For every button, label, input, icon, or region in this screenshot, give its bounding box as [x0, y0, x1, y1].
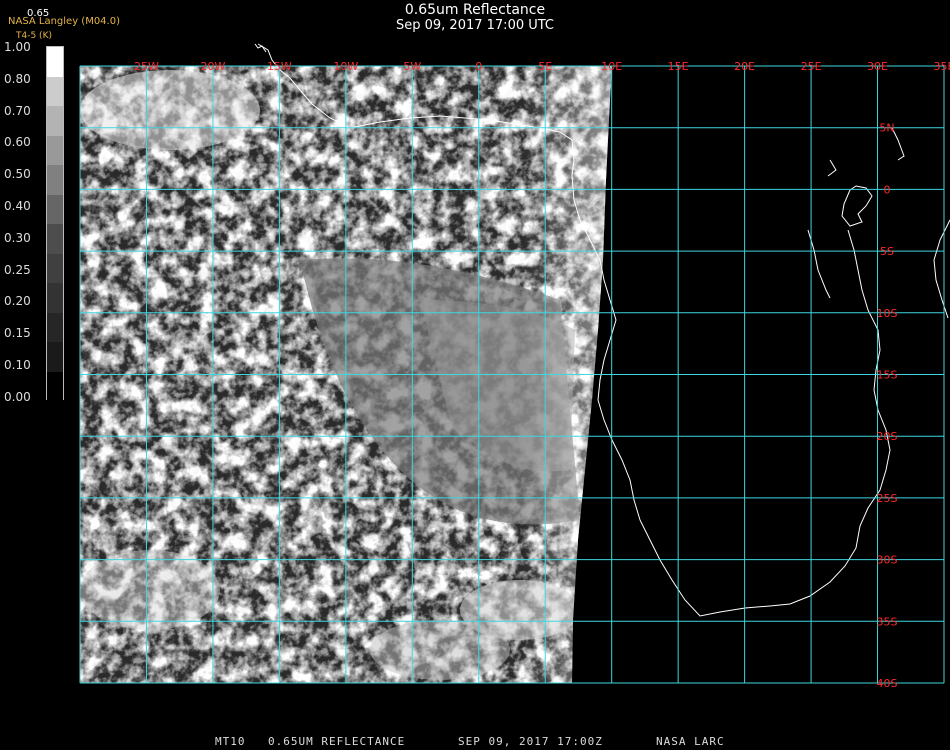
colorbar-segment	[47, 106, 63, 136]
latitude-label: 20S	[877, 430, 898, 443]
longitude-label: 30E	[867, 60, 888, 73]
colorbar-segment	[47, 342, 63, 372]
colorbar-tick-label: 0.70	[4, 103, 31, 118]
latitude-label: 35S	[877, 615, 898, 628]
satellite-map: 25W20W15W10W5W05E10E15E20E25E30E35E 5N05…	[79, 43, 950, 690]
colorbar-tick-label: 0.10	[4, 358, 31, 372]
colorbar-tick-label: 0.25	[4, 262, 31, 277]
footer-source: NASA LARC	[656, 735, 725, 748]
colorbar-segment	[47, 47, 63, 77]
latitude-label: 25S	[877, 492, 898, 505]
longitude-label: 10E	[601, 60, 622, 73]
latitude-label: 40S	[877, 677, 898, 690]
colorbar-tick-label: 0.20	[4, 294, 31, 309]
latitude-label: 0	[884, 183, 891, 196]
colorbar-segment	[47, 224, 63, 254]
longitude-label: 35E	[934, 60, 950, 73]
footer-channel: 0.65UM REFLECTANCE	[268, 735, 406, 748]
colorbar-segment	[47, 371, 63, 401]
longitude-label: 10W	[333, 60, 358, 73]
longitude-label: 25W	[134, 60, 159, 73]
colorbar-segment	[47, 283, 63, 313]
latitude-label: 10S	[877, 307, 898, 320]
latitude-label: 5N	[879, 122, 894, 135]
footer-product: MT10	[215, 735, 246, 748]
latitude-labels: 5N 0 5S 10S 15S 20S 25S 30S 35S 40S	[877, 122, 898, 690]
longitude-label: 5W	[403, 60, 421, 73]
longitude-label: 0	[475, 60, 482, 73]
colorbar-tick-label: 0.40	[4, 199, 31, 213]
colorbar-tick-label: 0.80	[4, 71, 31, 86]
colorbar-tick-label: 0.30	[4, 230, 31, 245]
colorbar-segment	[47, 312, 63, 342]
longitude-label: 25E	[801, 60, 822, 73]
longitude-label: 15E	[668, 60, 689, 73]
latitude-label: 30S	[877, 554, 898, 567]
colorbar-tick-label: 0.00	[4, 389, 31, 404]
reflectance-colorbar	[46, 46, 64, 401]
footer-datetime: SEP 09, 2017 17:00Z	[458, 735, 603, 748]
colorbar-tick-label: 0.50	[4, 167, 31, 182]
colorbar-tick-label: 0.15	[4, 326, 31, 341]
colorbar-segment	[47, 253, 63, 283]
colorbar-segment	[47, 135, 63, 165]
longitude-label: 5E	[538, 60, 552, 73]
colorbar-segment	[47, 194, 63, 224]
colorbar-segment	[47, 165, 63, 195]
longitude-label: 20W	[200, 60, 225, 73]
colorbar-tick-label: 0.60	[4, 135, 31, 150]
longitude-label: 15W	[267, 60, 292, 73]
latitude-label: 15S	[877, 369, 898, 382]
colorbar-segment	[47, 76, 63, 106]
latitude-label: 5S	[880, 245, 894, 258]
colorbar-tick-label: 1.00	[4, 40, 31, 54]
longitude-label: 20E	[734, 60, 755, 73]
